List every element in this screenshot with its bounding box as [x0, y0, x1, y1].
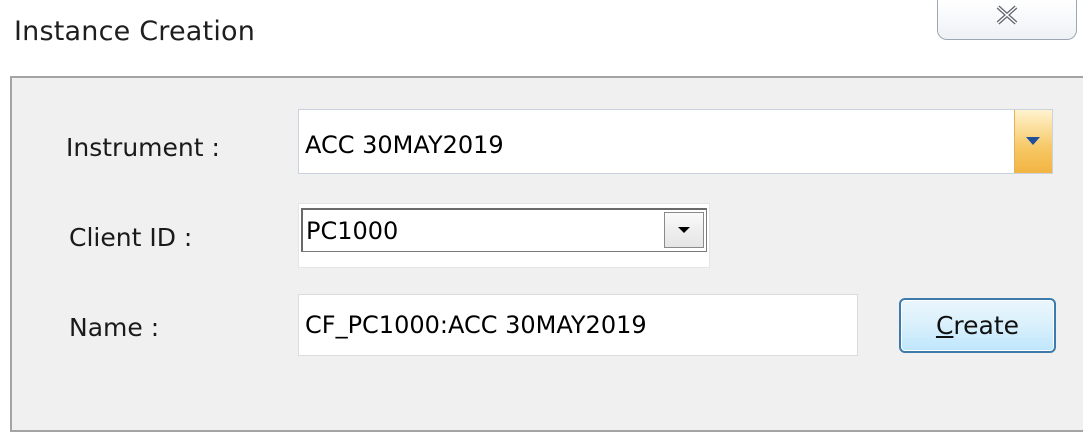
close-icon: [996, 5, 1018, 25]
title-bar: Instance Creation: [0, 0, 1083, 75]
client-id-label: Client ID :: [69, 223, 193, 252]
create-button[interactable]: Create: [899, 298, 1056, 353]
create-mnemonic: C: [935, 311, 954, 340]
instrument-dropdown-button[interactable]: [1014, 110, 1052, 173]
client-id-box: PC1000: [301, 208, 707, 252]
form-panel: Instrument : ACC 30MAY2019 Client ID : P…: [10, 76, 1083, 432]
instrument-dropdown[interactable]: ACC 30MAY2019: [298, 109, 1053, 174]
instrument-value: ACC 30MAY2019: [305, 131, 504, 159]
client-id-dropdown[interactable]: PC1000: [298, 203, 710, 268]
create-label: reate: [953, 311, 1020, 340]
close-button[interactable]: [937, 0, 1077, 40]
instrument-label: Instrument :: [66, 133, 220, 162]
chevron-down-icon: [678, 227, 690, 233]
client-id-dropdown-button[interactable]: [664, 212, 704, 248]
name-field[interactable]: CF_PC1000:ACC 30MAY2019: [298, 294, 858, 356]
chevron-down-icon: [1026, 137, 1040, 145]
window-title: Instance Creation: [14, 16, 256, 47]
name-label: Name :: [69, 313, 160, 342]
client-id-value: PC1000: [306, 217, 399, 245]
